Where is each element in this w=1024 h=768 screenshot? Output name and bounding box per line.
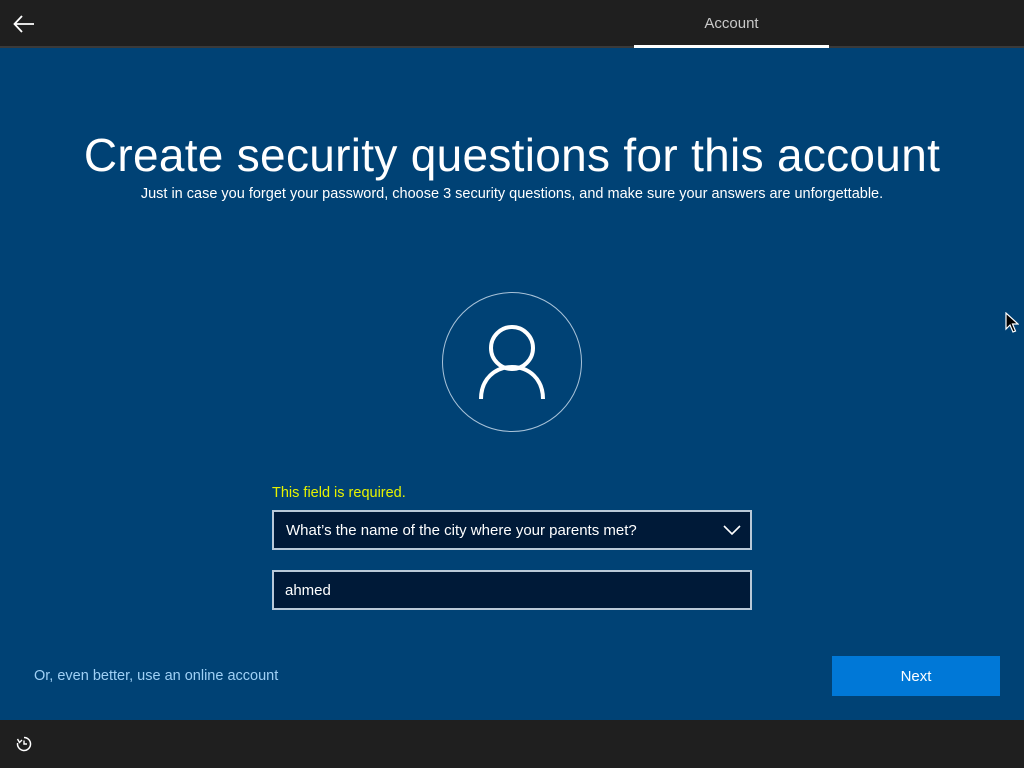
bottom-bar [0,720,1024,768]
ease-of-access-icon [16,736,32,752]
mouse-cursor-icon [1005,312,1019,333]
security-answer-field[interactable] [272,570,752,610]
back-button[interactable] [8,8,40,40]
security-question-selected: What’s the name of the city where your p… [286,521,637,539]
chevron-down-icon [714,512,750,548]
security-question-select[interactable]: What’s the name of the city where your p… [272,510,752,550]
page-title: Create security questions for this accou… [83,129,941,181]
next-button[interactable]: Next [832,656,1000,696]
avatar [442,292,582,432]
online-account-link[interactable]: Or, even better, use an online account [34,668,278,684]
person-icon [479,325,545,400]
main-panel: Create security questions for this accou… [0,48,1024,720]
page-subtitle: Just in case you forget your password, c… [140,186,884,202]
arrow-left-icon [13,15,34,33]
ease-of-access-button[interactable] [12,732,36,756]
top-bar: Account [0,0,1024,48]
validation-error: This field is required. [272,485,406,501]
tab-account: Account [704,14,759,32]
